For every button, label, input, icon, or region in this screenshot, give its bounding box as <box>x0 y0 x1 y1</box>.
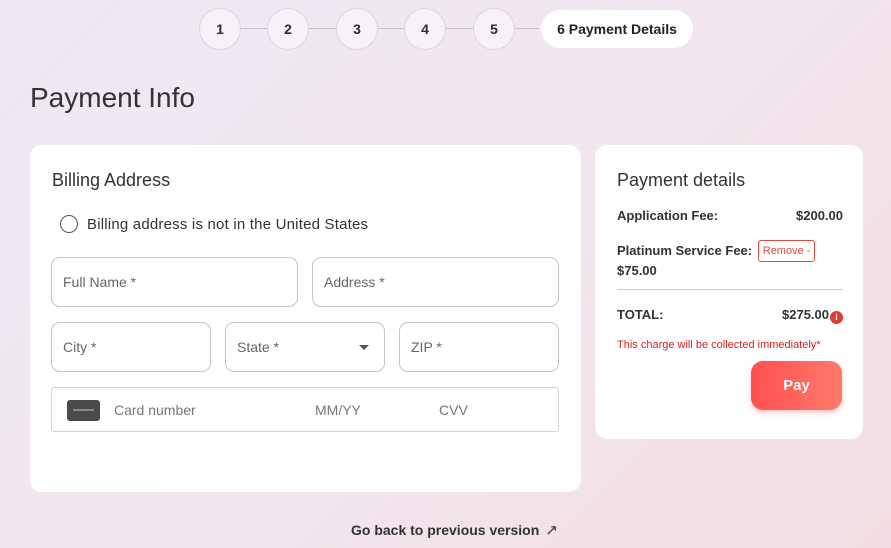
application-fee-row: Application Fee: $200.00 <box>617 208 843 223</box>
go-back-label: Go back to previous version <box>351 522 540 538</box>
page-title: Payment Info <box>30 82 195 113</box>
chevron-down-icon <box>359 345 369 350</box>
go-back-link[interactable]: Go back to previous version ↗ <box>351 521 558 539</box>
platinum-fee-row: Platinum Service Fee: Remove - $75.00 <box>617 240 843 280</box>
divider <box>617 289 843 290</box>
external-arrow-icon: ↗ <box>545 522 558 539</box>
billing-address-card: Billing Address Billing address is not i… <box>30 145 581 492</box>
address-placeholder: Address * <box>324 274 385 290</box>
step-3[interactable]: 3 <box>336 8 378 50</box>
credit-card-icon <box>67 400 100 421</box>
payment-details-card: Payment details Application Fee: $200.00… <box>595 145 863 439</box>
address-field[interactable]: Address * <box>312 257 559 307</box>
total-amount-group: $275.00 i <box>782 307 843 324</box>
total-label: TOTAL: <box>617 307 664 322</box>
step-1[interactable]: 1 <box>199 8 241 50</box>
step-5[interactable]: 5 <box>473 8 515 50</box>
card-expiry-input[interactable]: MM/YY <box>315 402 361 418</box>
zip-placeholder: ZIP * <box>411 339 442 355</box>
info-icon[interactable]: i <box>830 311 843 324</box>
total-row: TOTAL: $275.00 i <box>617 307 843 324</box>
platinum-fee-label: Platinum Service Fee: <box>617 243 753 258</box>
state-placeholder: State * <box>237 339 280 355</box>
application-fee-label: Application Fee: <box>617 208 719 223</box>
billing-address-title: Billing Address <box>52 170 171 190</box>
step-6-active[interactable]: 6 Payment Details <box>541 10 693 48</box>
city-field[interactable]: City * <box>51 322 211 372</box>
application-fee-amount: $200.00 <box>796 208 843 223</box>
payment-details-title: Payment details <box>617 170 746 190</box>
pay-button[interactable]: Pay <box>751 361 842 410</box>
step-2[interactable]: 2 <box>267 8 309 50</box>
radio-button[interactable] <box>60 215 78 233</box>
state-select[interactable]: State * <box>225 322 385 372</box>
full-name-field[interactable]: Full Name * <box>51 257 298 307</box>
non-us-billing-label: Billing address is not in the United Sta… <box>87 215 369 233</box>
total-amount: $275.00 <box>782 307 829 322</box>
card-input-row: Card number MM/YY CVV <box>51 387 559 432</box>
platinum-fee-amount: $75.00 <box>617 263 657 278</box>
full-name-placeholder: Full Name * <box>63 274 137 290</box>
zip-field[interactable]: ZIP * <box>399 322 559 372</box>
remove-platinum-button[interactable]: Remove - <box>757 240 816 262</box>
charge-note: This charge will be collected immediatel… <box>617 339 821 351</box>
card-number-input[interactable]: Card number <box>114 402 196 418</box>
card-cvv-input[interactable]: CVV <box>439 402 468 418</box>
city-placeholder: City * <box>63 339 97 355</box>
non-us-billing-option[interactable]: Billing address is not in the United Sta… <box>60 215 368 233</box>
step-4[interactable]: 4 <box>404 8 446 50</box>
